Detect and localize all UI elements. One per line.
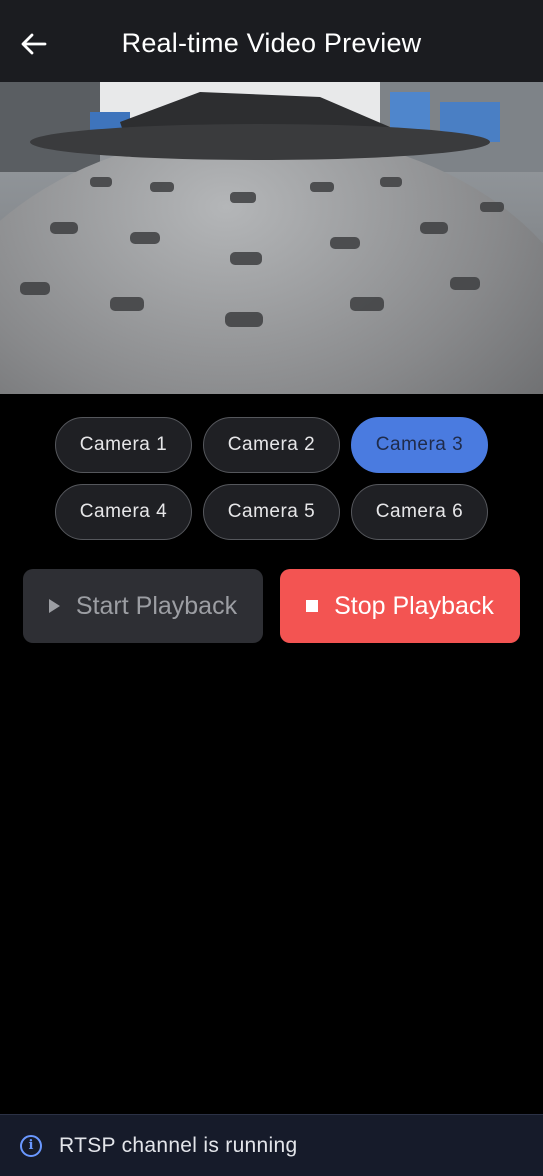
play-icon: [48, 599, 60, 613]
info-icon: i: [20, 1134, 42, 1157]
stop-playback-button[interactable]: Stop Playback: [280, 569, 520, 643]
start-playback-button[interactable]: Start Playback: [23, 569, 263, 643]
camera-4-button[interactable]: Camera 4: [55, 484, 192, 540]
video-frame: [0, 82, 543, 394]
app-bar: Real-time Video Preview: [0, 0, 543, 82]
camera-6-button[interactable]: Camera 6: [351, 484, 488, 540]
camera-5-button[interactable]: Camera 5: [203, 484, 340, 540]
page-title: Real-time Video Preview: [121, 28, 422, 58]
stop-icon: [306, 600, 319, 612]
stop-playback-label: Stop Playback: [334, 591, 494, 620]
camera-2-button[interactable]: Camera 2: [203, 417, 340, 473]
camera-1-button[interactable]: Camera 1: [55, 417, 192, 473]
video-preview: [0, 82, 543, 394]
status-text: RTSP channel is running: [59, 1133, 298, 1157]
camera-3-button[interactable]: Camera 3: [351, 417, 488, 473]
start-playback-label: Start Playback: [75, 591, 238, 620]
status-bar: i RTSP channel is running: [0, 1114, 543, 1176]
